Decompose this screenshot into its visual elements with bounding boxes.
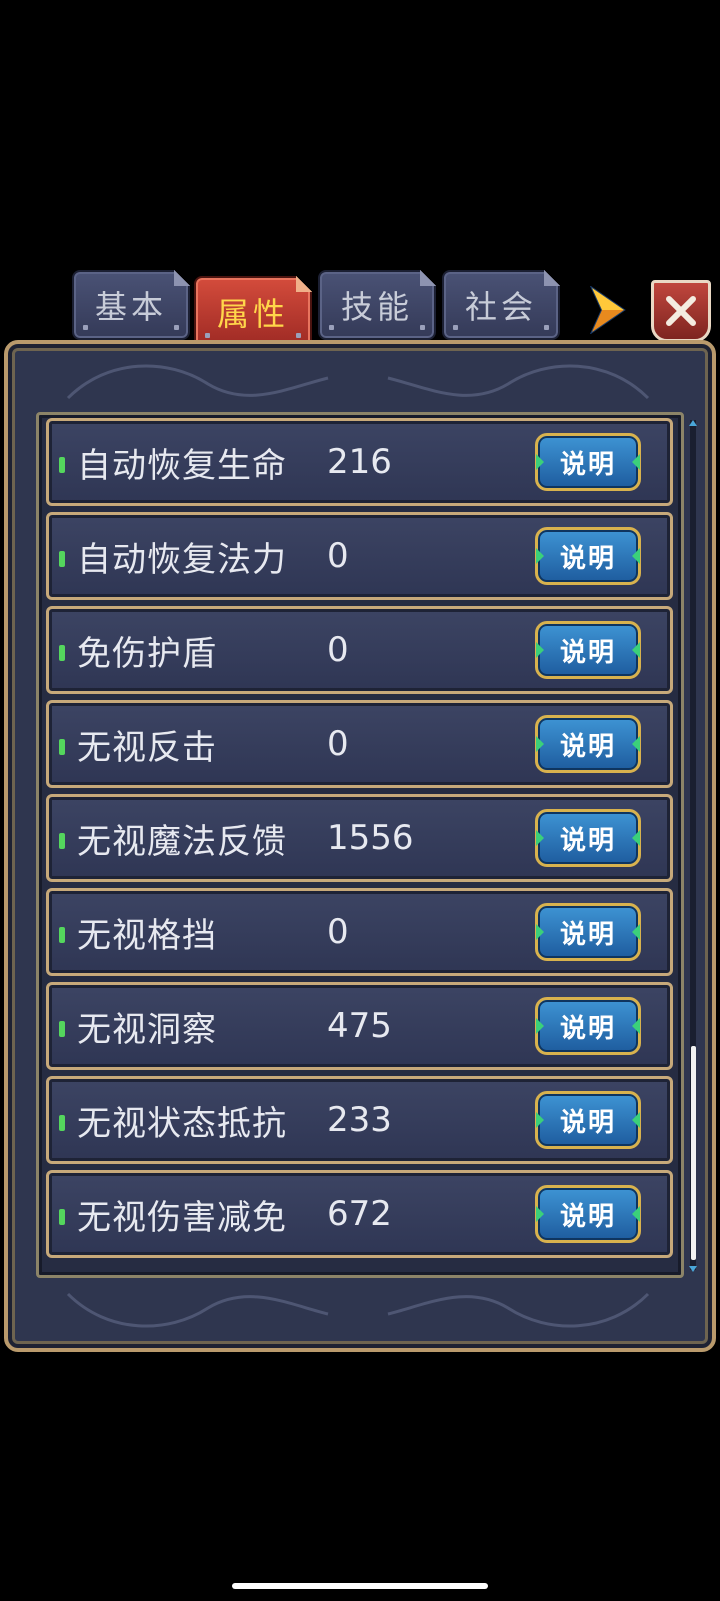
attribute-name: 无视伤害减免	[77, 1197, 287, 1238]
info-button[interactable]: 说明	[535, 1091, 641, 1149]
attribute-row: 免伤护盾 0 说明	[46, 606, 673, 694]
attribute-row: 自动恢复生命 216 说明	[46, 418, 673, 506]
attribute-name: 无视状态抵抗	[77, 1103, 287, 1144]
attribute-row: 无视魔法反馈 1556 说明	[46, 794, 673, 882]
info-button[interactable]: 说明	[535, 433, 641, 491]
scroll-up-icon[interactable]	[689, 420, 697, 426]
tab-dot	[544, 325, 549, 330]
attribute-name: 自动恢复法力	[77, 539, 287, 580]
attribute-name: 无视反击	[77, 727, 217, 768]
row-marker	[59, 927, 65, 943]
home-indicator[interactable]	[232, 1583, 488, 1589]
row-marker	[59, 1115, 65, 1131]
attribute-value: 0	[327, 912, 349, 952]
scrollbar-thumb[interactable]	[691, 1046, 696, 1260]
attribute-row: 无视状态抵抗 233 说明	[46, 1076, 673, 1164]
attribute-value: 0	[327, 536, 349, 576]
row-marker	[59, 551, 65, 567]
close-icon	[666, 296, 696, 326]
tab-attributes[interactable]: 属性	[194, 276, 312, 348]
arrow-right-icon[interactable]	[588, 286, 628, 334]
info-button[interactable]: 说明	[535, 903, 641, 961]
row-marker	[59, 457, 65, 473]
info-button[interactable]: 说明	[535, 715, 641, 773]
tab-dot	[174, 325, 179, 330]
row-marker	[59, 739, 65, 755]
tab-dot	[296, 333, 301, 338]
ornament-decoration	[66, 364, 650, 400]
attribute-value: 1556	[327, 818, 414, 858]
attribute-value: 233	[327, 1100, 392, 1140]
attribute-row: 无视反击 0 说明	[46, 700, 673, 788]
game-screen: 基本 属性 技能 社会 自动恢复生命 216 说明 自动恢复法力 0 说明 免伤…	[0, 0, 720, 1601]
attribute-row: 无视格挡 0 说明	[46, 888, 673, 976]
info-button[interactable]: 说明	[535, 809, 641, 867]
attribute-name: 免伤护盾	[77, 633, 217, 674]
tab-skills-label: 技能	[340, 288, 413, 326]
info-button[interactable]: 说明	[535, 527, 641, 585]
row-marker	[59, 1209, 65, 1225]
tab-attributes-label: 属性	[216, 295, 289, 333]
tab-dot	[329, 325, 334, 330]
row-marker	[59, 1021, 65, 1037]
attribute-row: 无视伤害减免 672 说明	[46, 1170, 673, 1258]
tab-social-label: 社会	[464, 288, 537, 326]
attribute-name: 自动恢复生命	[77, 445, 287, 486]
tab-dot	[420, 325, 425, 330]
info-button[interactable]: 说明	[535, 621, 641, 679]
attribute-name: 无视魔法反馈	[77, 821, 287, 862]
ornament-decoration	[66, 1292, 650, 1328]
attribute-value: 0	[327, 724, 349, 764]
tab-dot	[205, 333, 210, 338]
attribute-row: 无视洞察 475 说明	[46, 982, 673, 1070]
attribute-value: 672	[327, 1194, 392, 1234]
attribute-name: 无视格挡	[77, 915, 217, 956]
tab-social[interactable]: 社会	[442, 270, 560, 340]
attribute-row: 自动恢复法力 0 说明	[46, 512, 673, 600]
info-button[interactable]: 说明	[535, 997, 641, 1055]
close-button[interactable]	[651, 280, 711, 342]
tab-dot	[453, 325, 458, 330]
info-button[interactable]: 说明	[535, 1185, 641, 1243]
row-marker	[59, 645, 65, 661]
tab-basic[interactable]: 基本	[72, 270, 190, 340]
row-marker	[59, 833, 65, 849]
attribute-value: 0	[327, 630, 349, 670]
attribute-name: 无视洞察	[77, 1009, 217, 1050]
attribute-value: 475	[327, 1006, 392, 1046]
attribute-value: 216	[327, 442, 392, 482]
tab-dot	[83, 325, 88, 330]
scroll-down-icon[interactable]	[689, 1266, 697, 1272]
tab-skills[interactable]: 技能	[318, 270, 436, 340]
tab-basic-label: 基本	[94, 288, 167, 326]
